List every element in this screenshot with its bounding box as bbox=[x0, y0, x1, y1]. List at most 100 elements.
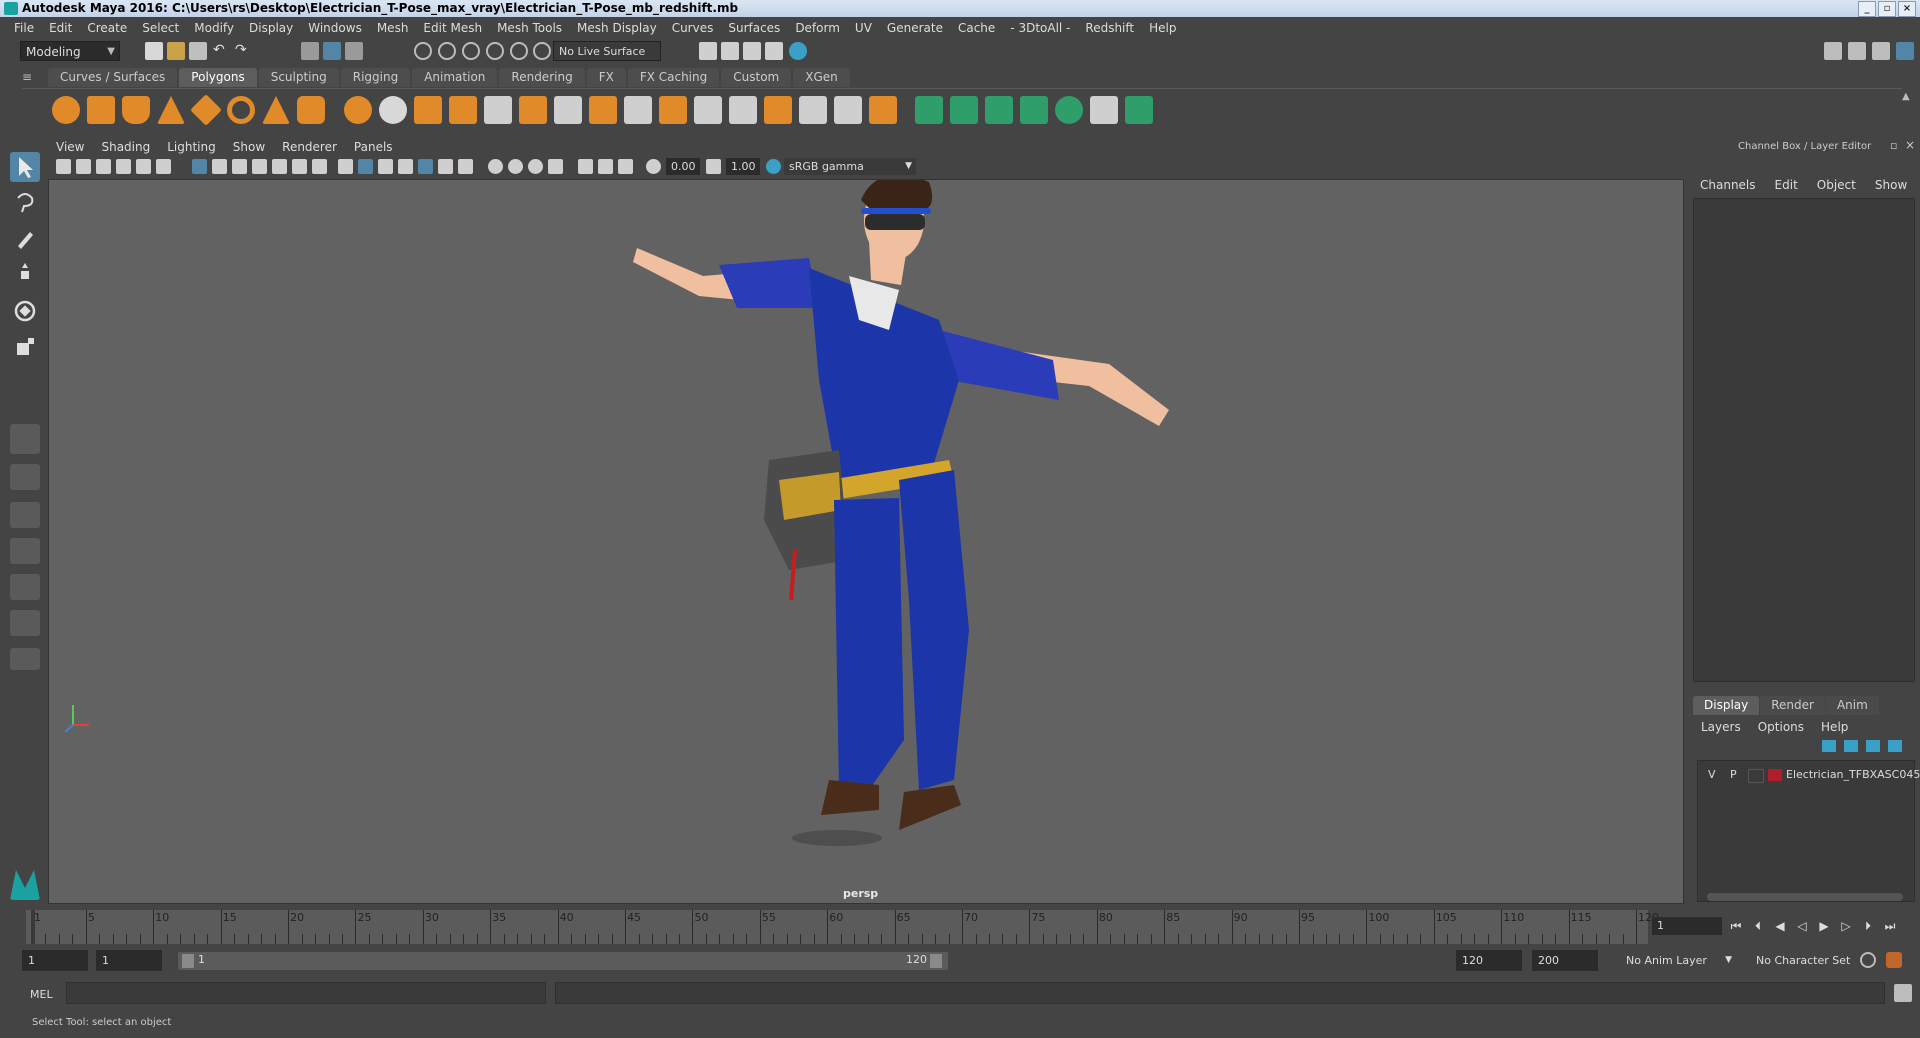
undo-icon[interactable]: ↶ bbox=[213, 42, 231, 60]
xray-components-icon[interactable] bbox=[618, 159, 633, 174]
menu-edit[interactable]: Edit bbox=[49, 21, 72, 35]
color-space-select[interactable]: sRGB gamma ▼ bbox=[784, 158, 916, 175]
cylindrical-mapping-icon[interactable] bbox=[950, 96, 978, 124]
paint-select-tool-icon[interactable] bbox=[10, 224, 40, 254]
image-plane-icon[interactable] bbox=[116, 159, 131, 174]
planar-mapping-icon[interactable] bbox=[915, 96, 943, 124]
tab-curves-surfaces[interactable]: Curves / Surfaces bbox=[48, 68, 178, 87]
wireframe-on-shaded-icon[interactable] bbox=[378, 159, 393, 174]
boolean-icon[interactable] bbox=[449, 96, 477, 124]
snap-curve-icon[interactable] bbox=[438, 42, 456, 60]
select-by-hierarchy-icon[interactable] bbox=[301, 42, 319, 60]
menu-surfaces[interactable]: Surfaces bbox=[728, 21, 780, 35]
render-settings-icon[interactable] bbox=[765, 42, 783, 60]
maximize-button[interactable]: ▫ bbox=[1878, 1, 1896, 17]
rotate-tool-icon[interactable] bbox=[10, 296, 40, 326]
2d-pan-zoom-icon[interactable] bbox=[136, 159, 151, 174]
shelf-menu-icon[interactable]: ≡ bbox=[22, 70, 38, 84]
make-live-icon[interactable] bbox=[510, 42, 528, 60]
color-management-icon[interactable] bbox=[766, 159, 781, 174]
film-gate-icon[interactable] bbox=[212, 159, 227, 174]
move-layer-up-icon[interactable] bbox=[1822, 740, 1836, 752]
channel-box-toggle-icon[interactable] bbox=[1896, 42, 1914, 60]
go-to-start-icon[interactable]: ⏮ bbox=[1727, 917, 1745, 935]
layer-reference-toggle[interactable] bbox=[1748, 769, 1764, 783]
safe-action-icon[interactable] bbox=[292, 159, 307, 174]
combine-icon[interactable] bbox=[344, 96, 372, 124]
select-by-object-icon[interactable] bbox=[323, 42, 341, 60]
grid-icon[interactable] bbox=[192, 159, 207, 174]
menu-file[interactable]: File bbox=[14, 21, 34, 35]
insert-edge-loop-icon[interactable] bbox=[624, 96, 652, 124]
fill-hole-icon[interactable] bbox=[694, 96, 722, 124]
render-frame-icon[interactable] bbox=[721, 42, 739, 60]
menu-mesh-display[interactable]: Mesh Display bbox=[577, 21, 657, 35]
cb-menu-object[interactable]: Object bbox=[1817, 178, 1856, 192]
go-to-end-icon[interactable]: ⏭ bbox=[1881, 917, 1899, 935]
use-all-lights-icon[interactable] bbox=[418, 159, 433, 174]
menu-cache[interactable]: Cache bbox=[958, 21, 995, 35]
textured-icon[interactable] bbox=[398, 159, 413, 174]
bevel-icon[interactable] bbox=[589, 96, 617, 124]
exposure-icon[interactable] bbox=[646, 159, 661, 174]
poly-pyramid-icon[interactable] bbox=[262, 96, 290, 124]
poly-sphere-icon[interactable] bbox=[52, 96, 80, 124]
menu-generate[interactable]: Generate bbox=[887, 21, 943, 35]
move-layer-down-icon[interactable] bbox=[1844, 740, 1858, 752]
open-scene-icon[interactable] bbox=[167, 42, 185, 60]
close-panel-icon[interactable]: × bbox=[1905, 138, 1915, 152]
menu-mesh[interactable]: Mesh bbox=[377, 21, 409, 35]
lasso-tool-icon[interactable] bbox=[10, 188, 40, 218]
script-language-toggle[interactable]: MEL bbox=[30, 988, 53, 1001]
menu-edit-mesh[interactable]: Edit Mesh bbox=[423, 21, 482, 35]
cb-menu-edit[interactable]: Edit bbox=[1775, 178, 1798, 192]
layer-color-swatch[interactable] bbox=[1768, 769, 1782, 781]
auto-key-icon[interactable] bbox=[1860, 952, 1876, 968]
screen-space-ao-icon[interactable] bbox=[458, 159, 473, 174]
tab-render-layers[interactable]: Render bbox=[1760, 696, 1825, 715]
new-scene-icon[interactable] bbox=[145, 42, 163, 60]
outliner-layout-icon[interactable] bbox=[10, 574, 40, 600]
hypershade-layout-icon[interactable] bbox=[10, 610, 40, 636]
custom-layout-icon[interactable] bbox=[10, 648, 40, 670]
poly-torus-icon[interactable] bbox=[227, 96, 255, 124]
menu-uv[interactable]: UV bbox=[855, 21, 872, 35]
animation-end-field[interactable]: 200 bbox=[1532, 950, 1598, 971]
modeling-toolkit-icon[interactable] bbox=[1824, 42, 1842, 60]
layer-row[interactable]: V P Electrician_TFBXASC045P bbox=[1698, 766, 1920, 784]
append-to-polygon-icon[interactable] bbox=[659, 96, 687, 124]
menu-create[interactable]: Create bbox=[87, 21, 127, 35]
animation-preferences-icon[interactable] bbox=[1886, 952, 1902, 968]
new-layer-icon[interactable] bbox=[1866, 740, 1880, 752]
animation-start-field[interactable]: 1 bbox=[22, 950, 88, 971]
current-frame-field[interactable]: 1 bbox=[1652, 917, 1722, 935]
close-button[interactable]: × bbox=[1898, 1, 1916, 17]
range-start-handle[interactable] bbox=[182, 954, 194, 968]
new-layer-selected-icon[interactable] bbox=[1888, 740, 1902, 752]
shelf-scroll-icon[interactable]: ▲ bbox=[1902, 91, 1910, 102]
vp-menu-show[interactable]: Show bbox=[233, 138, 265, 156]
snap-point-icon[interactable] bbox=[462, 42, 480, 60]
select-tool-icon[interactable] bbox=[10, 152, 40, 182]
playback-end-field[interactable]: 120 bbox=[1456, 950, 1522, 971]
multisample-aa-icon[interactable] bbox=[508, 159, 523, 174]
shadows-icon[interactable] bbox=[438, 159, 453, 174]
multi-cut-icon[interactable] bbox=[554, 96, 582, 124]
persp-outliner-layout-icon[interactable] bbox=[10, 502, 40, 528]
poly-cone-icon[interactable] bbox=[157, 96, 185, 124]
script-editor-icon[interactable] bbox=[1894, 984, 1912, 1002]
move-tool-icon[interactable] bbox=[10, 260, 40, 290]
range-end-handle[interactable] bbox=[930, 954, 942, 968]
isolate-select-icon[interactable] bbox=[548, 159, 563, 174]
single-perspective-view-icon[interactable] bbox=[10, 424, 40, 454]
smooth-icon[interactable] bbox=[414, 96, 442, 124]
wedge-icon[interactable] bbox=[834, 96, 862, 124]
render-view-icon[interactable] bbox=[699, 42, 717, 60]
vp-menu-panels[interactable]: Panels bbox=[354, 138, 393, 156]
poly-plane-icon[interactable] bbox=[190, 94, 222, 126]
step-forward-key-icon[interactable]: ▷ bbox=[1837, 917, 1855, 935]
menu-redshift[interactable]: Redshift bbox=[1085, 21, 1134, 35]
xray-joints-icon[interactable] bbox=[598, 159, 613, 174]
redo-icon[interactable]: ↷ bbox=[235, 42, 253, 60]
play-backwards-icon[interactable]: ◁ bbox=[1793, 917, 1811, 935]
